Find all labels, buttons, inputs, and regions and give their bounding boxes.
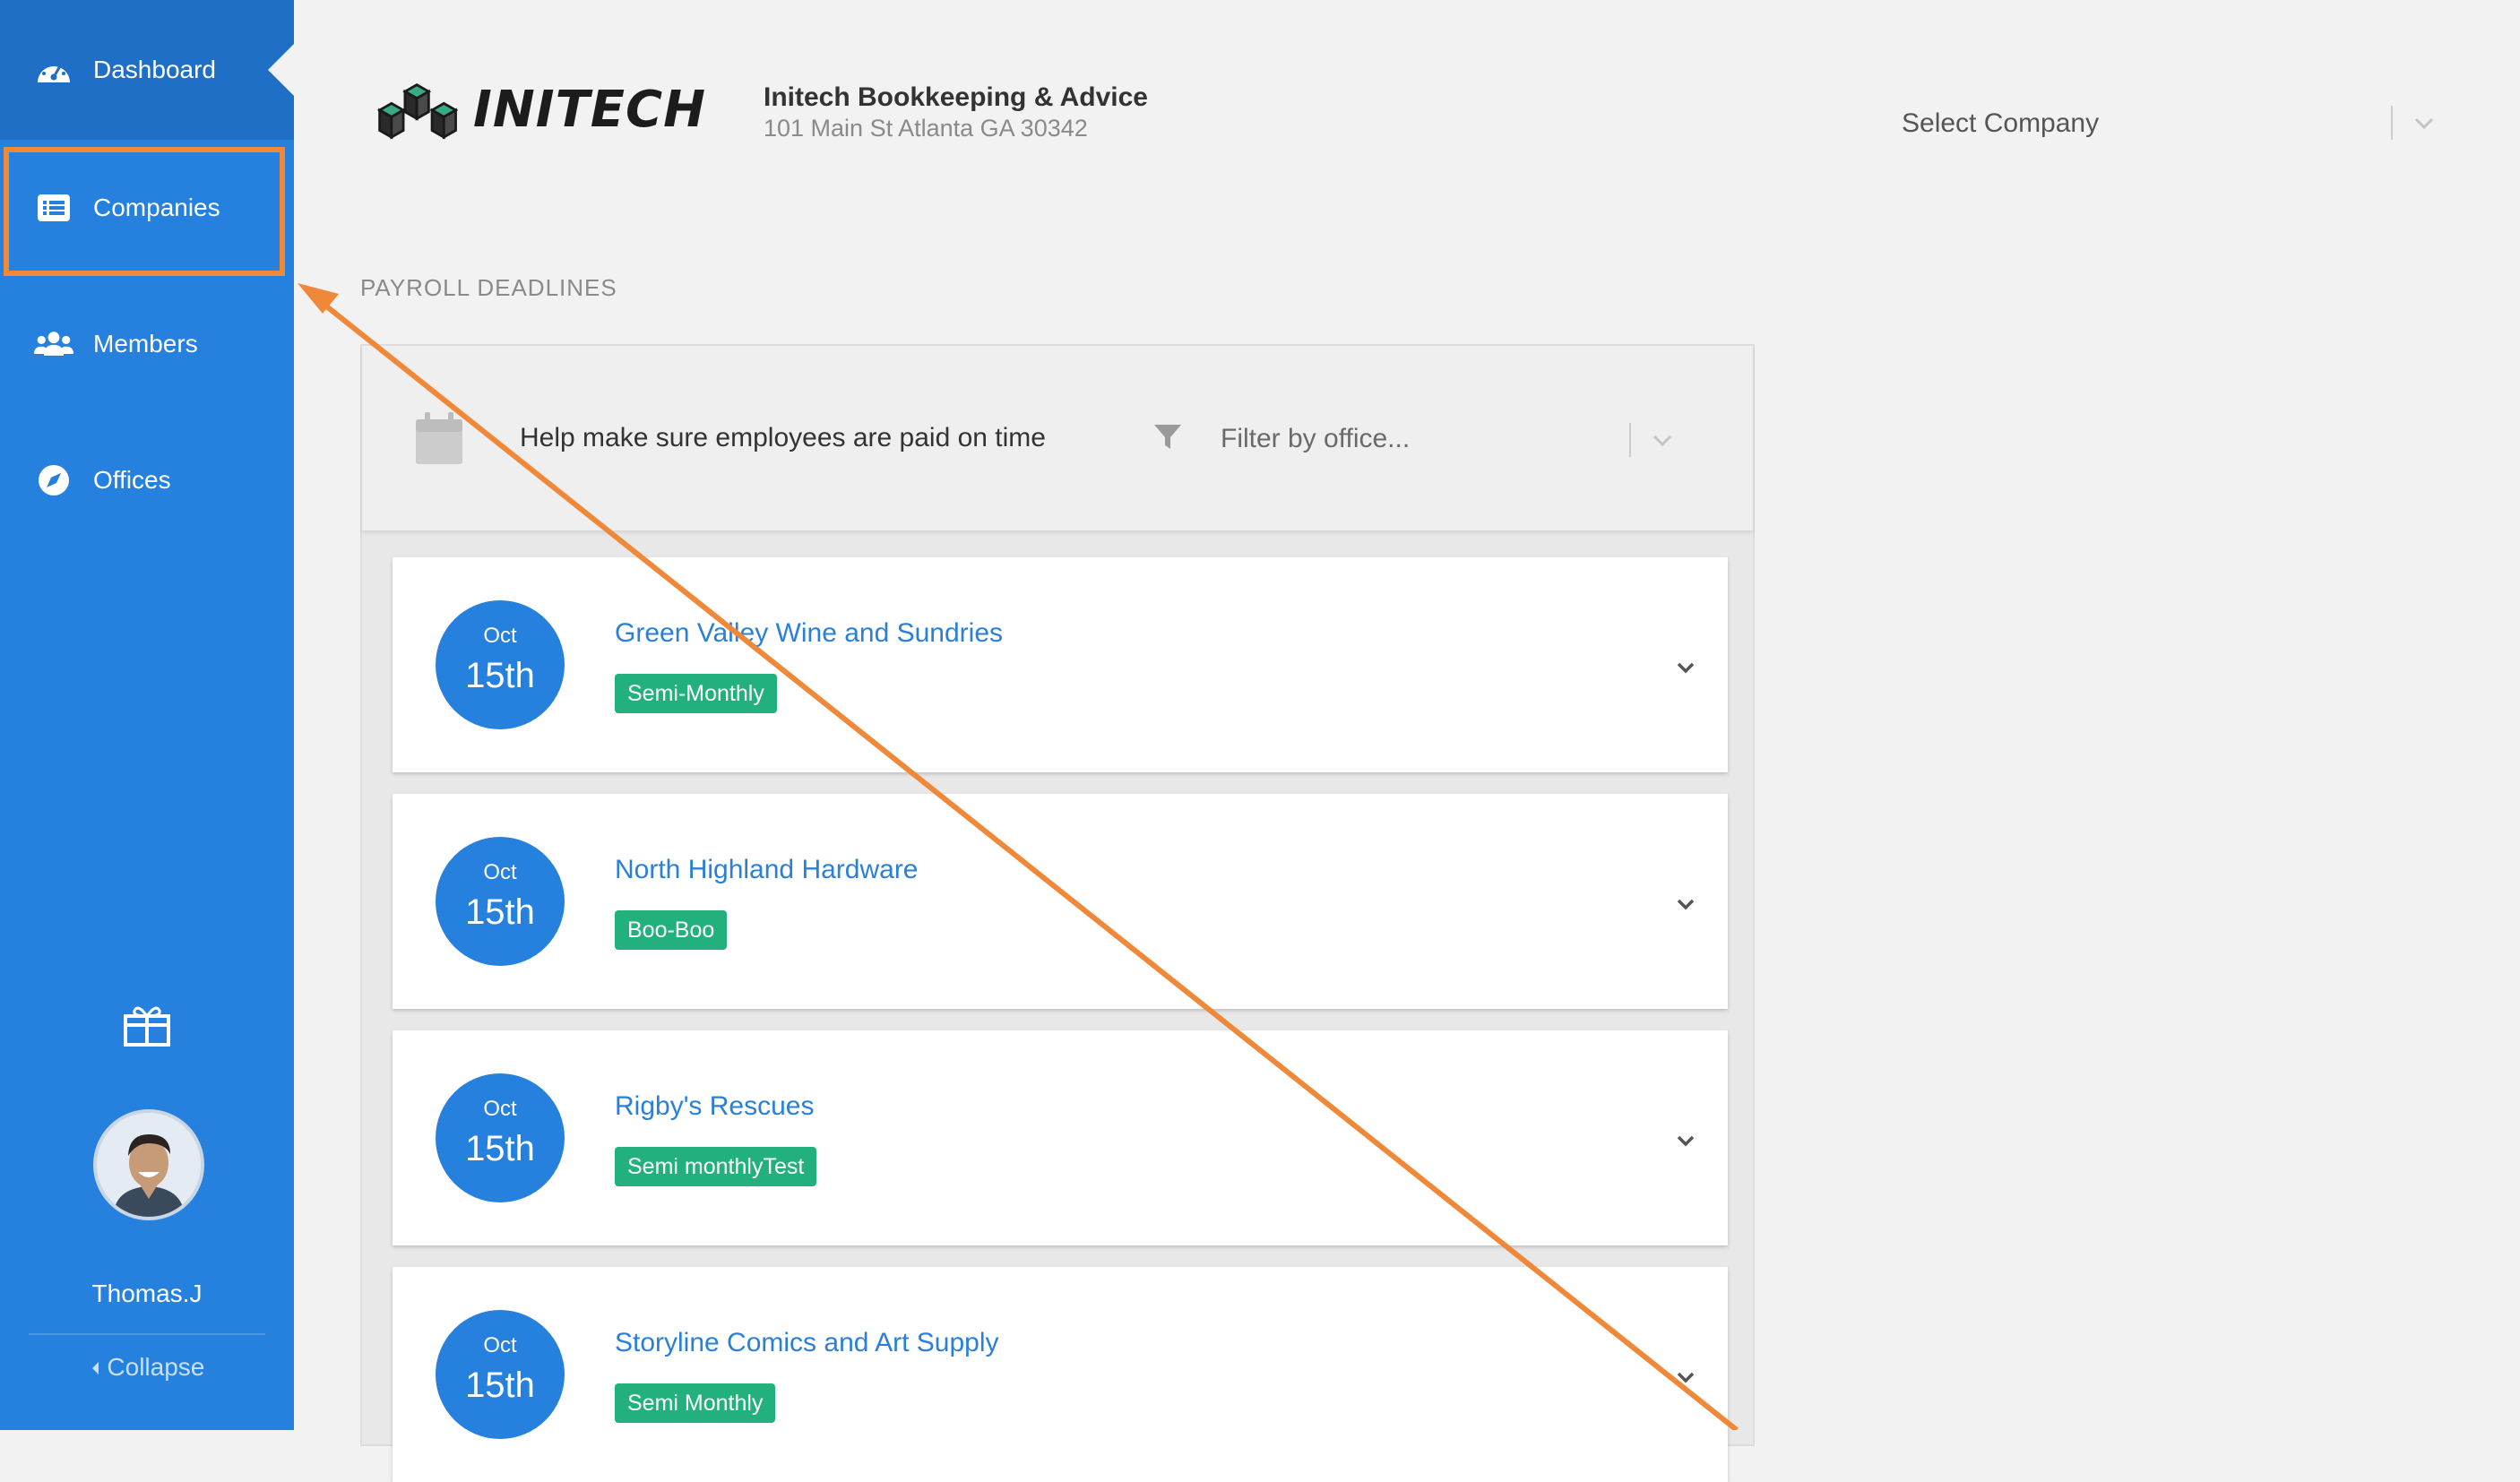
- frequency-badge: Semi Monthly: [615, 1383, 776, 1423]
- sidebar-item-members[interactable]: Members: [0, 276, 294, 412]
- dropdown-separator: [2391, 106, 2393, 140]
- logo-text: INITECH: [473, 80, 706, 139]
- help-text: Help make sure employees are paid on tim…: [520, 423, 1046, 452]
- initech-logo-icon: [376, 83, 459, 140]
- date-day: 15th: [465, 892, 535, 932]
- chevron-down-icon[interactable]: [2411, 109, 2438, 141]
- date-badge: Oct 15th: [436, 837, 565, 966]
- gift-icon[interactable]: [122, 1002, 172, 1048]
- company-name: Initech Bookkeeping & Advice: [764, 82, 1148, 112]
- company-link[interactable]: Rigby's Rescues: [615, 1091, 814, 1122]
- select-company-dropdown[interactable]: Select Company: [1882, 97, 2455, 151]
- sidebar-divider: [29, 1333, 265, 1335]
- date-badge: Oct 15th: [436, 1310, 565, 1439]
- company-link[interactable]: Storyline Comics and Art Supply: [615, 1328, 999, 1358]
- filter-icon: [1152, 421, 1183, 456]
- deadline-card[interactable]: Oct 15th Storyline Comics and Art Supply…: [393, 1267, 1728, 1482]
- company-link[interactable]: Green Valley Wine and Sundries: [615, 618, 1003, 649]
- date-day: 15th: [465, 1129, 535, 1168]
- caret-left-icon: [90, 1353, 108, 1381]
- chevron-down-icon[interactable]: [1649, 427, 1676, 458]
- company-link[interactable]: North Highland Hardware: [615, 855, 919, 885]
- collapse-label: Collapse: [107, 1353, 205, 1381]
- sidebar-item-label: Dashboard: [93, 56, 216, 83]
- chevron-down-icon[interactable]: [1672, 1364, 1699, 1395]
- date-month: Oct: [483, 1097, 517, 1121]
- panel-header: Help make sure employees are paid on tim…: [362, 346, 1753, 530]
- chevron-down-icon[interactable]: [1672, 1127, 1699, 1159]
- select-company-value: Select Company: [1902, 108, 2100, 138]
- compass-icon: [34, 461, 73, 500]
- deadline-card[interactable]: Oct 15th Green Valley Wine and Sundries …: [393, 557, 1728, 772]
- office-filter[interactable]: [1143, 409, 1699, 468]
- sidebar-item-offices[interactable]: Offices: [0, 412, 294, 548]
- frequency-badge: Semi monthlyTest: [615, 1147, 817, 1186]
- sidebar-item-label: Offices: [93, 466, 171, 494]
- frequency-badge: Semi-Monthly: [615, 674, 777, 713]
- active-indicator: [268, 43, 295, 97]
- sidebar-item-companies[interactable]: Companies: [0, 140, 294, 276]
- sidebar-item-label: Members: [93, 330, 198, 358]
- collapse-button[interactable]: Collapse: [0, 1353, 294, 1382]
- deadline-card[interactable]: Oct 15th Rigby's Rescues Semi monthlyTes…: [393, 1030, 1728, 1245]
- users-icon: [34, 324, 73, 364]
- date-month: Oct: [483, 624, 517, 648]
- sidebar-item-label: Companies: [93, 194, 220, 221]
- date-day: 15th: [465, 656, 535, 695]
- calendar-icon: [416, 412, 462, 464]
- chevron-down-icon[interactable]: [1672, 654, 1699, 685]
- username: Thomas.J: [91, 1280, 203, 1307]
- dashboard-gauge-icon: [34, 50, 73, 90]
- filter-by-office-input[interactable]: [1219, 414, 1635, 464]
- company-logo: INITECH: [375, 72, 706, 147]
- dropdown-separator: [1629, 423, 1631, 457]
- date-badge: Oct 15th: [436, 1073, 565, 1202]
- date-month: Oct: [483, 1333, 517, 1357]
- chevron-down-icon[interactable]: [1672, 891, 1699, 922]
- sidebar: Dashboard Companies Members Offices Thom…: [0, 0, 295, 1430]
- avatar[interactable]: [93, 1109, 204, 1220]
- frequency-badge: Boo-Boo: [615, 910, 728, 950]
- date-badge: Oct 15th: [436, 600, 565, 729]
- company-address: 101 Main St Atlanta GA 30342: [764, 115, 1088, 142]
- deadline-card[interactable]: Oct 15th North Highland Hardware Boo-Boo: [393, 794, 1728, 1009]
- sidebar-item-dashboard[interactable]: Dashboard: [0, 0, 295, 140]
- date-day: 15th: [465, 1366, 535, 1405]
- date-month: Oct: [483, 860, 517, 884]
- payroll-deadlines-panel: Help make sure employees are paid on tim…: [360, 344, 1755, 1482]
- section-title: PAYROLL DEADLINES: [360, 274, 617, 301]
- list-icon: [34, 188, 73, 228]
